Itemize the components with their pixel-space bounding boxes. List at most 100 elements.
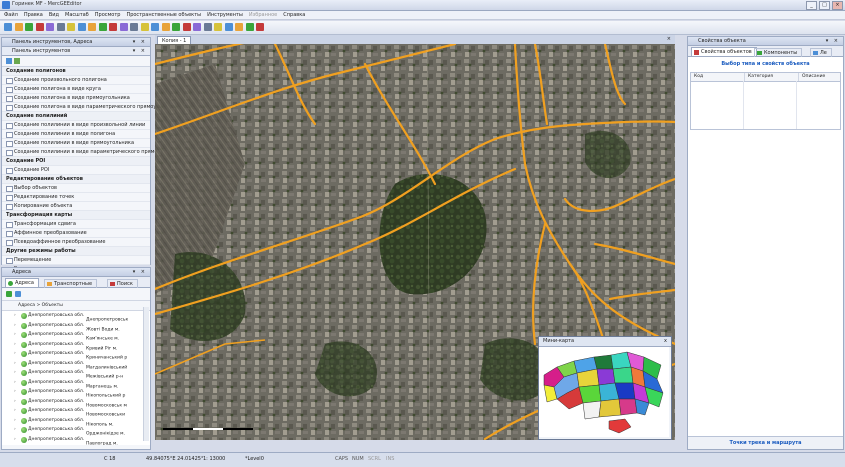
expand-icon[interactable]: › [14, 397, 16, 407]
menu-file[interactable]: Файл [4, 11, 18, 19]
tree-row[interactable]: › Днепропетровська обл.Нікополь м. [2, 416, 150, 427]
tool-item[interactable]: Копирование объекта [2, 202, 150, 211]
minimap-close-icon[interactable]: x [664, 337, 667, 346]
info-icon[interactable] [182, 23, 191, 31]
menu-spatial-objects[interactable]: Пространственные объекты [126, 11, 201, 19]
tree-row[interactable]: › Днепропетровська обл.Магдалинівський [2, 359, 150, 370]
subpanel-controls-icon[interactable]: ▾ × [133, 47, 147, 55]
column-description[interactable]: Описание [799, 73, 840, 81]
new-icon[interactable] [4, 23, 12, 31]
expand-icon[interactable]: › [14, 340, 16, 350]
tool-item[interactable]: Создание полилинии в виде параметрическо… [2, 148, 162, 157]
help-icon[interactable] [256, 23, 264, 31]
expand-icon[interactable]: › [14, 349, 16, 359]
tool-group-header[interactable]: Трансформация карты [2, 211, 150, 220]
print-icon[interactable] [35, 23, 44, 31]
minimap-window[interactable]: Мини-карта x [538, 336, 672, 440]
vertical-splitter[interactable] [676, 36, 686, 450]
expand-icon[interactable]: › [14, 387, 16, 397]
tool-item[interactable]: Перемещение [2, 256, 150, 265]
properties-panel-controls-icon[interactable]: ▾ × [826, 37, 840, 45]
tool-item[interactable]: Создание полигона в виде параметрическог… [2, 103, 164, 112]
search-icon[interactable] [203, 23, 212, 31]
tool-group-header[interactable]: Создание полигонов [2, 67, 150, 76]
satellite-map[interactable]: Мини-карта x [155, 44, 675, 440]
expand-icon[interactable]: › [14, 311, 16, 321]
tool-group-header[interactable]: Другие режимы работы [2, 247, 150, 256]
column-code[interactable]: Код [691, 73, 745, 81]
expand-icon[interactable]: › [14, 416, 16, 426]
select-icon[interactable] [109, 23, 117, 31]
tree-row[interactable]: › Днепропетровська обл.Кам'янське м. [2, 330, 150, 342]
menu-view[interactable]: Вид [49, 11, 59, 19]
refresh-icon[interactable] [214, 23, 222, 31]
minimap-ukraine-map[interactable] [539, 347, 669, 437]
tree-row[interactable]: › Днепропетровська обл.Марганець м. [2, 378, 150, 389]
address-panel-controls-icon[interactable]: ▾ × [133, 268, 147, 276]
tool-group-header[interactable]: Редактирование объектов [2, 175, 150, 184]
undo-icon[interactable] [88, 23, 96, 31]
panel-controls-icon[interactable]: ▾ × [133, 38, 147, 46]
tree-row[interactable]: › Днепропетровська обл.Межівський р-н [2, 368, 150, 380]
minimize-icon[interactable]: _ [806, 1, 817, 10]
tab-legend[interactable]: Ле [810, 48, 832, 57]
tab-components[interactable]: Компоненты [754, 48, 803, 57]
copy-icon[interactable] [56, 23, 65, 31]
tool-item[interactable]: Создание произвольного полигона [2, 76, 150, 85]
expand-icon[interactable]: › [14, 425, 16, 435]
select-object-type-link[interactable]: Выбор типа и свойств объекта [688, 57, 843, 72]
tool-item[interactable]: Редактирование точек [2, 193, 150, 202]
tool-item[interactable]: Создание полигона в виде прямоугольника [2, 94, 150, 103]
tool-item[interactable]: Создание полилинии в виде прямоугольника [2, 139, 150, 148]
tool-item[interactable]: Трансформация сдвига [2, 220, 150, 229]
tool-group-header[interactable]: Создание полилиний [2, 112, 150, 121]
move-icon[interactable] [119, 23, 128, 31]
extent-icon[interactable] [161, 23, 170, 31]
menu-help[interactable]: Справка [283, 11, 305, 19]
tool-item[interactable]: Создание полилинии в виде полигона [2, 130, 150, 139]
tree-row[interactable]: › Днепропетровська обл.Новомосковськи [2, 406, 150, 418]
tree-row[interactable]: › Днепропетровська обл.Кривий Ріг м. [2, 340, 150, 351]
tree-row[interactable]: › Днепропетровська обл.Криничанський р [2, 349, 150, 361]
tab-object-properties[interactable]: Свойства объектов [691, 47, 757, 56]
add-icon[interactable] [15, 291, 21, 297]
pan-icon[interactable] [151, 23, 159, 31]
save-icon[interactable] [25, 23, 33, 31]
tool-item[interactable]: Псевдоаффинное преобразование [2, 238, 150, 247]
menu-edit[interactable]: Правка [24, 11, 43, 19]
tool-item[interactable]: Создание полигона в виде круга [2, 85, 150, 94]
expand-icon[interactable]: › [14, 406, 16, 416]
expand-icon[interactable]: › [14, 330, 16, 340]
refresh-icon[interactable] [6, 291, 12, 297]
pin-icon[interactable] [224, 23, 233, 31]
menu-preview[interactable]: Просмотр [95, 11, 121, 19]
tree-row[interactable]: › Днепропетровська обл.Новомосковськ м [2, 397, 150, 408]
tree-row[interactable]: › Днепропетровська обл.Орджонікідзе м. [2, 425, 150, 437]
close-icon[interactable]: × [832, 1, 843, 10]
doc-close-icon[interactable]: × [667, 36, 671, 42]
paste-icon[interactable] [67, 23, 75, 31]
tab-transport[interactable]: Транспортные [44, 279, 98, 288]
tool-item[interactable]: Выбор объектов [2, 184, 150, 193]
cut-icon[interactable] [46, 23, 54, 31]
tool-item[interactable]: Аффинное преобразование [2, 229, 150, 238]
stop-icon[interactable] [245, 23, 254, 31]
layer-icon[interactable] [172, 23, 180, 31]
expand-icon[interactable]: › [14, 321, 16, 331]
tree-row[interactable]: › Днепропетровська обл.Нікопольський р [2, 387, 150, 399]
expand-icon[interactable]: › [14, 435, 16, 445]
address-scrollbar[interactable] [143, 307, 149, 441]
run-icon[interactable] [235, 23, 243, 31]
tool-item[interactable]: Создание полилинии в виде произвольной л… [2, 121, 150, 130]
expand-icon[interactable]: › [14, 368, 16, 378]
delete-icon[interactable] [77, 23, 86, 31]
measure-icon[interactable] [193, 23, 201, 31]
filter-icon[interactable] [14, 58, 20, 64]
zoom-in-icon[interactable] [130, 23, 138, 31]
menu-tools[interactable]: Инструменты [207, 11, 243, 19]
menu-favorites[interactable]: Избранное [249, 11, 277, 19]
open-icon[interactable] [14, 23, 23, 31]
tree-row[interactable]: › Днепропетровська обл.Павлоград м. [2, 435, 150, 445]
maximize-icon[interactable]: □ [819, 1, 830, 10]
tool-group-header[interactable]: Создание POI [2, 157, 150, 166]
